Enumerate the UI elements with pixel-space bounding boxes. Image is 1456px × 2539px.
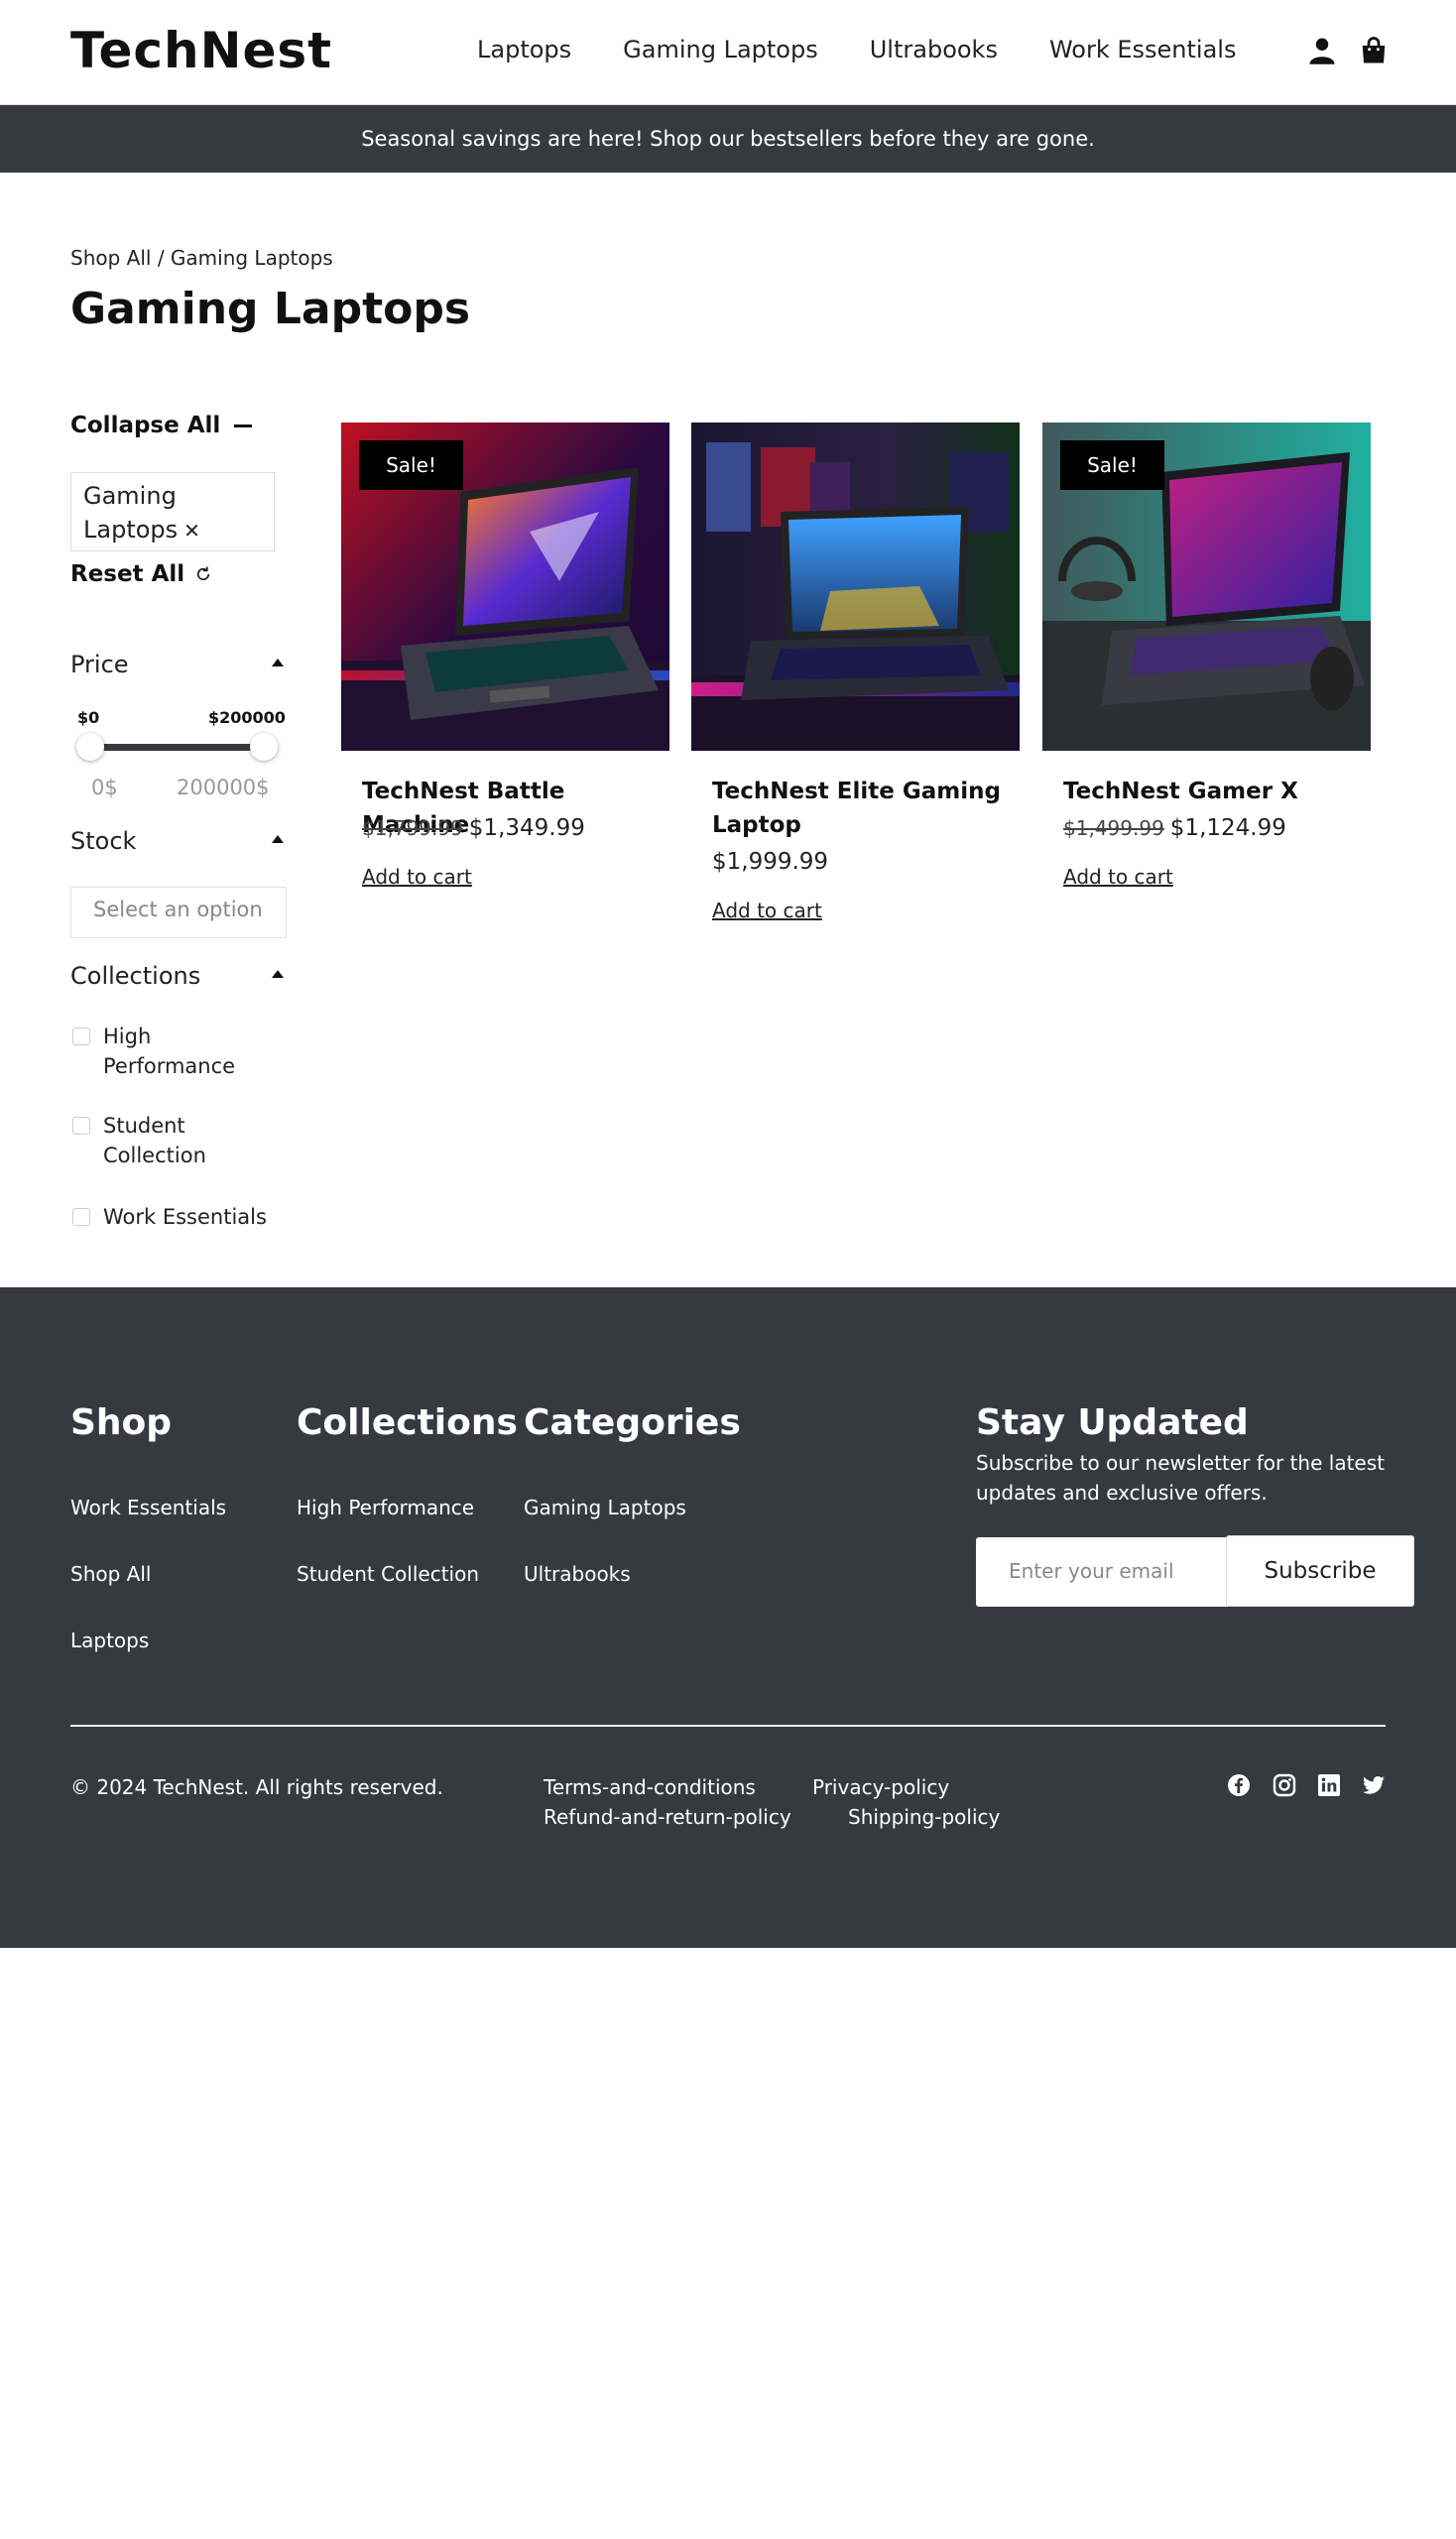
linkedin-icon[interactable] — [1317, 1773, 1341, 1797]
collections-filter-header[interactable]: Collections — [70, 962, 284, 990]
price-min-label: $0 — [77, 708, 100, 727]
price-min-input[interactable]: 0$ — [91, 776, 118, 799]
product-card[interactable]: Sale! TechNest Battle Machine $1,799.99 $… — [341, 423, 669, 889]
add-to-cart-button[interactable]: Add to cart — [712, 899, 822, 922]
product-card[interactable]: Sale! TechNest Gamer X $1,499.99 $1,124.9… — [1042, 423, 1371, 889]
collection-option-high-performance[interactable]: High Performance — [72, 1022, 271, 1081]
original-price: $1,499.99 — [1063, 816, 1164, 840]
footer-link-ultrabooks[interactable]: Ultrabooks — [524, 1562, 631, 1586]
minus-icon — [234, 423, 253, 427]
page-title: Gaming Laptops — [70, 284, 471, 334]
price-max-label: $200000 — [208, 708, 286, 727]
twitter-icon[interactable] — [1362, 1773, 1386, 1797]
footer-link-student-collection[interactable]: Student Collection — [297, 1562, 479, 1586]
add-to-cart-button[interactable]: Add to cart — [362, 865, 472, 889]
product-price: $1,999.99 — [712, 849, 828, 875]
gaming-laptop-image — [691, 423, 1020, 751]
privacy-link[interactable]: Privacy-policy — [812, 1775, 949, 1799]
newsletter-description: Subscribe to our newsletter for the late… — [976, 1451, 1385, 1505]
footer-shop-title: Shop — [70, 1402, 173, 1443]
product-image[interactable]: Sale! — [1042, 423, 1371, 751]
collapse-all-button[interactable]: Collapse All — [70, 413, 253, 438]
price-max-input[interactable]: 200000$ — [177, 776, 270, 799]
price-filter-label: Price — [70, 651, 129, 678]
nav-ultrabooks[interactable]: Ultrabooks — [870, 36, 998, 63]
price-filter-header[interactable]: Price — [70, 651, 284, 678]
site-header: TechNest Laptops Gaming Laptops Ultraboo… — [0, 0, 1456, 105]
chevron-up-icon — [272, 970, 284, 978]
sale-price: $1,124.99 — [1169, 815, 1286, 841]
close-icon[interactable]: ✕ — [183, 519, 200, 543]
product-image[interactable]: Sale! — [341, 423, 669, 751]
product-price: $1,799.99 $1,349.99 — [362, 815, 585, 841]
refund-link[interactable]: Refund-and-return-policy — [544, 1805, 791, 1829]
newsletter-title: Stay Updated — [976, 1402, 1249, 1443]
footer-link-shop-all[interactable]: Shop All — [70, 1562, 151, 1586]
stock-select[interactable]: Select an option — [70, 887, 287, 938]
footer-collections-title: Collections — [297, 1402, 518, 1443]
collection-option-work-essentials[interactable]: Work Essentials — [72, 1202, 291, 1232]
reset-all-button[interactable]: Reset All — [70, 561, 212, 587]
copyright: © 2024 TechNest. All rights reserved. — [70, 1775, 443, 1799]
footer-link-gaming-laptops[interactable]: Gaming Laptops — [524, 1496, 686, 1519]
collection-option-student-collection[interactable]: Student Collection — [72, 1111, 271, 1170]
nav-laptops[interactable]: Laptops — [477, 36, 571, 63]
product-name[interactable]: TechNest Gamer X — [1063, 775, 1361, 808]
price: $1,999.99 — [712, 849, 829, 875]
checkbox[interactable] — [72, 1117, 90, 1135]
newsletter-email-input[interactable]: Enter your email — [976, 1537, 1228, 1607]
active-filter-label: Gaming Laptops — [83, 482, 179, 544]
subscribe-button[interactable]: Subscribe — [1226, 1535, 1414, 1607]
stock-filter-label: Stock — [70, 827, 137, 855]
product-card[interactable]: TechNest Elite Gaming Laptop $1,999.99 A… — [691, 423, 1020, 922]
product-image[interactable] — [691, 423, 1020, 751]
collapse-all-label: Collapse All — [70, 413, 221, 438]
announcement-text: Seasonal savings are here! Shop our best… — [361, 127, 1095, 151]
original-price: $1,799.99 — [362, 816, 463, 840]
collection-option-label: Student Collection — [103, 1114, 206, 1167]
stock-filter-header[interactable]: Stock — [70, 827, 284, 855]
breadcrumb[interactable]: Shop All / Gaming Laptops — [70, 246, 333, 270]
instagram-icon[interactable] — [1273, 1773, 1296, 1797]
announcement-bar: Seasonal savings are here! Shop our best… — [0, 105, 1456, 173]
site-logo[interactable]: TechNest — [70, 22, 332, 79]
checkbox[interactable] — [72, 1028, 90, 1045]
add-to-cart-button[interactable]: Add to cart — [1063, 865, 1173, 889]
price-slider-max-handle[interactable] — [250, 733, 278, 761]
chevron-up-icon — [272, 659, 284, 666]
sale-price: $1,349.99 — [468, 815, 585, 841]
user-icon[interactable] — [1307, 36, 1337, 65]
footer-link-laptops[interactable]: Laptops — [70, 1629, 149, 1652]
shipping-link[interactable]: Shipping-policy — [848, 1805, 1000, 1829]
price-slider-min-handle[interactable] — [76, 733, 104, 761]
nav-work-essentials[interactable]: Work Essentials — [1049, 36, 1237, 63]
collection-option-label: Work Essentials — [103, 1205, 267, 1229]
nav-gaming-laptops[interactable]: Gaming Laptops — [623, 36, 818, 63]
chevron-up-icon — [272, 835, 284, 843]
sale-badge: Sale! — [359, 440, 463, 490]
price-slider-track[interactable] — [89, 744, 264, 751]
footer-divider — [70, 1725, 1386, 1727]
footer-link-high-performance[interactable]: High Performance — [297, 1496, 474, 1519]
bag-icon[interactable] — [1359, 36, 1389, 65]
product-name[interactable]: TechNest Elite Gaming Laptop — [712, 775, 1010, 842]
main-nav: Laptops Gaming Laptops Ultrabooks Work E… — [477, 36, 1287, 63]
product-price: $1,499.99 $1,124.99 — [1063, 815, 1286, 841]
footer-categories-title: Categories — [524, 1402, 741, 1443]
footer-link-work-essentials[interactable]: Work Essentials — [70, 1496, 226, 1519]
checkbox[interactable] — [72, 1208, 90, 1226]
terms-link[interactable]: Terms-and-conditions — [544, 1775, 756, 1799]
facebook-icon[interactable] — [1227, 1773, 1251, 1797]
sale-badge: Sale! — [1060, 440, 1164, 490]
refresh-icon — [197, 566, 210, 581]
site-footer: Shop Work Essentials Shop All Laptops Co… — [0, 1287, 1456, 1948]
collection-option-label: High Performance — [103, 1025, 236, 1078]
active-filter-chip: Gaming Laptops ✕ — [70, 472, 275, 551]
reset-all-label: Reset All — [70, 561, 185, 587]
collections-filter-label: Collections — [70, 962, 201, 990]
